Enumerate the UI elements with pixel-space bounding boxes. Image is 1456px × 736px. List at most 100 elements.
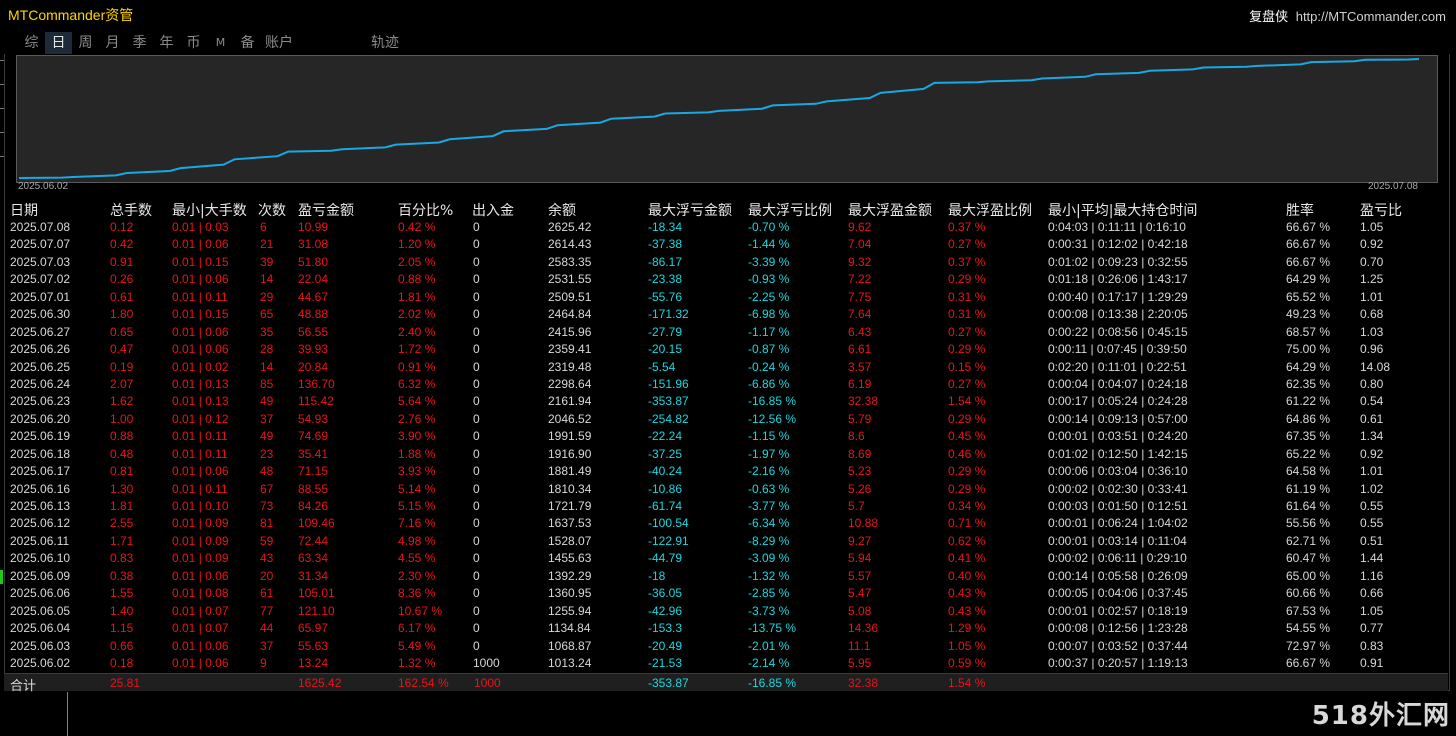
cell-6: 0 <box>473 254 480 269</box>
column-header-4[interactable]: 盈亏金额 <box>298 200 354 220</box>
cell-4: 115.42 <box>298 394 334 409</box>
table-row[interactable]: 2025.06.24 2.07 0.01 | 0.13 85 136.70 6.32 % 0… <box>0 376 1456 393</box>
tab-8[interactable]: 备 <box>234 32 261 54</box>
cell-10: 10.88 <box>848 516 879 531</box>
table-row[interactable]: 2025.07.03 0.91 0.01 | 0.15 39 51.80 2.05 % 0 2… <box>0 254 1456 271</box>
tab-3[interactable]: 月 <box>99 32 126 54</box>
cell-1: 1.15 <box>110 621 134 636</box>
cell-4: 55.63 <box>298 638 329 653</box>
table-row[interactable]: 2025.06.13 1.81 0.01 | 0.10 73 84.26 5.15 % 0 1… <box>0 498 1456 515</box>
cell-4: 48.88 <box>298 307 329 322</box>
column-header-9[interactable]: 最大浮亏比例 <box>748 200 832 220</box>
cell-2: 0.01 | 0.06 <box>172 464 229 479</box>
tab-6[interactable]: 币 <box>180 32 207 54</box>
cell-3: 9 <box>260 655 267 670</box>
column-header-12[interactable]: 最小|平均|最大持仓时间 <box>1048 200 1197 220</box>
column-header-13[interactable]: 胜率 <box>1286 200 1314 220</box>
table-row[interactable]: 2025.06.09 0.38 0.01 | 0.06 20 31.34 2.30 % 0 1… <box>0 568 1456 585</box>
cell-2: 0.01 | 0.12 <box>172 411 229 426</box>
table-row[interactable]: 2025.06.30 1.80 0.01 | 0.15 65 48.88 2.02 % 0 2… <box>0 306 1456 323</box>
cell-10: 14.36 <box>848 621 879 636</box>
cell-0: 2025.06.19 <box>10 429 71 444</box>
cell-12: 0:00:01 | 0:06:24 | 1:04:02 <box>1048 516 1188 531</box>
cell-14: 14.08 <box>1360 359 1391 374</box>
table-row[interactable]: 2025.06.03 0.66 0.01 | 0.06 37 55.63 5.49 % 0 1… <box>0 638 1456 655</box>
cell-8: -37.25 <box>648 446 683 461</box>
column-header-1[interactable]: 总手数 <box>110 200 152 220</box>
column-header-3[interactable]: 次数 <box>258 200 286 220</box>
cell-1: 0.12 <box>110 220 134 234</box>
cell-13: 66.67 % <box>1286 220 1331 234</box>
tab-2[interactable]: 周 <box>72 32 99 54</box>
column-header-2[interactable]: 最小|大手数 <box>172 200 247 220</box>
table-row[interactable]: 2025.06.17 0.81 0.01 | 0.06 48 71.15 3.93 % 0 1… <box>0 463 1456 480</box>
column-header-11[interactable]: 最大浮盈比例 <box>948 200 1032 220</box>
cell-3: 21 <box>260 237 274 252</box>
table-row[interactable]: 2025.07.08 0.12 0.01 | 0.03 6 10.99 0.42 % 0 26… <box>0 219 1456 236</box>
cell-12: 0:00:11 | 0:07:45 | 0:39:50 <box>1048 342 1187 357</box>
tab-0[interactable]: 综 <box>18 32 45 54</box>
tab-7[interactable]: M <box>207 32 234 54</box>
cell-11: 0.31 % <box>948 289 986 304</box>
cell-8: -21.53 <box>648 655 683 670</box>
column-header-8[interactable]: 最大浮亏金额 <box>648 200 732 220</box>
tab-10[interactable]: 轨迹 <box>365 32 405 54</box>
column-header-7[interactable]: 余额 <box>548 200 576 220</box>
cell-9: -0.93 % <box>748 272 790 287</box>
table-row[interactable]: 2025.06.16 1.30 0.01 | 0.11 67 88.55 5.14 % 0 1… <box>0 481 1456 498</box>
table-row[interactable]: 2025.06.19 0.88 0.01 | 0.11 49 74.69 3.90 % 0 1… <box>0 428 1456 445</box>
table-row[interactable]: 2025.06.20 1.00 0.01 | 0.12 37 54.93 2.76 % 0 2… <box>0 411 1456 428</box>
balance-curve-line <box>18 58 1420 179</box>
cell-7: 2583.35 <box>548 254 592 269</box>
table-row[interactable]: 2025.06.26 0.47 0.01 | 0.06 28 39.93 1.72 % 0 2… <box>0 341 1456 358</box>
table-row[interactable]: 2025.07.02 0.26 0.01 | 0.06 14 22.04 0.88 % 0 2… <box>0 271 1456 288</box>
cell-11: 0.71 % <box>948 516 986 531</box>
column-header-6[interactable]: 出入金 <box>472 200 514 220</box>
column-header-0[interactable]: 日期 <box>10 200 38 220</box>
cell-12: 0:00:14 | 0:05:58 | 0:26:09 <box>1048 568 1188 583</box>
table-row[interactable]: 2025.06.25 0.19 0.01 | 0.02 14 20.84 0.91 % 0 2… <box>0 359 1456 376</box>
cell-9: -6.98 % <box>748 307 790 322</box>
cell-12: 0:00:04 | 0:04:07 | 0:24:18 <box>1048 376 1188 391</box>
cell-7: 1134.84 <box>548 621 591 636</box>
table-row[interactable]: 2025.06.23 1.62 0.01 | 0.13 49 115.42 5.64 % 0… <box>0 393 1456 410</box>
cell-8: -153.3 <box>648 621 683 636</box>
cell-4: 72.44 <box>298 533 329 548</box>
cell-4: 88.55 <box>298 481 329 496</box>
table-row[interactable]: 2025.06.05 1.40 0.01 | 0.07 77 121.10 10.67 %… <box>0 603 1456 620</box>
table-row[interactable]: 2025.06.18 0.48 0.01 | 0.11 23 35.41 1.88 % 0 1… <box>0 446 1456 463</box>
cell-14: 0.70 <box>1360 254 1384 269</box>
table-row[interactable]: 2025.06.02 0.18 0.01 | 0.06 9 13.24 1.32 % 100… <box>0 655 1456 672</box>
cell-0: 2025.06.05 <box>10 603 71 618</box>
tab-9[interactable]: 账户 <box>261 32 297 54</box>
cell-5: 10.67 % <box>398 603 443 618</box>
column-header-10[interactable]: 最大浮盈金额 <box>848 200 932 220</box>
table-row[interactable]: 2025.06.04 1.15 0.01 | 0.07 44 65.97 6.17 % 0 1… <box>0 620 1456 637</box>
total-deposit: 1000 <box>474 676 501 690</box>
table-header: 日期 总手数 最小|大手数 次数 盈亏金额 百分比% 出入金 余额 最大浮亏金额 最大浮亏比例 最大… <box>0 200 1456 220</box>
cell-14: 0.55 <box>1360 516 1384 531</box>
cell-1: 0.26 <box>110 272 134 287</box>
table-row[interactable]: 2025.06.10 0.83 0.01 | 0.09 43 63.34 4.55 % 0 1… <box>0 550 1456 567</box>
cell-4: 136.70 <box>298 376 335 391</box>
tab-4[interactable]: 季 <box>126 32 153 54</box>
table-row[interactable]: 2025.07.07 0.42 0.01 | 0.06 21 31.08 1.20 % 0 2… <box>0 236 1456 253</box>
table-row[interactable]: 2025.06.06 1.55 0.01 | 0.08 61 105.01 8.36 % 0… <box>0 585 1456 602</box>
tab-5[interactable]: 年 <box>153 32 180 54</box>
column-header-14[interactable]: 盈亏比 <box>1360 200 1402 220</box>
tab-1[interactable]: 日 <box>45 32 72 54</box>
brand-url[interactable]: http://MTCommander.com <box>1296 9 1446 24</box>
cell-8: -42.96 <box>648 603 683 618</box>
table-row[interactable]: 2025.06.11 1.71 0.01 | 0.09 59 72.44 4.98 % 0 1… <box>0 533 1456 550</box>
cell-3: 85 <box>260 376 274 391</box>
cell-0: 2025.06.20 <box>10 411 71 426</box>
column-header-5[interactable]: 百分比% <box>398 200 453 220</box>
cell-2: 0.01 | 0.09 <box>172 533 229 548</box>
cell-12: 0:00:02 | 0:06:11 | 0:29:10 <box>1048 551 1187 566</box>
total-max-float-loss-pct: -16.85 % <box>748 676 797 690</box>
table-row[interactable]: 2025.06.12 2.55 0.01 | 0.09 81 109.46 7.16 % 0… <box>0 515 1456 532</box>
cell-5: 6.17 % <box>398 621 436 636</box>
table-row[interactable]: 2025.06.27 0.65 0.01 | 0.06 35 56.55 2.40 % 0 2… <box>0 324 1456 341</box>
table-row[interactable]: 2025.07.01 0.61 0.01 | 0.11 29 44.67 1.81 % 0 2… <box>0 289 1456 306</box>
cell-10: 7.22 <box>848 272 872 287</box>
